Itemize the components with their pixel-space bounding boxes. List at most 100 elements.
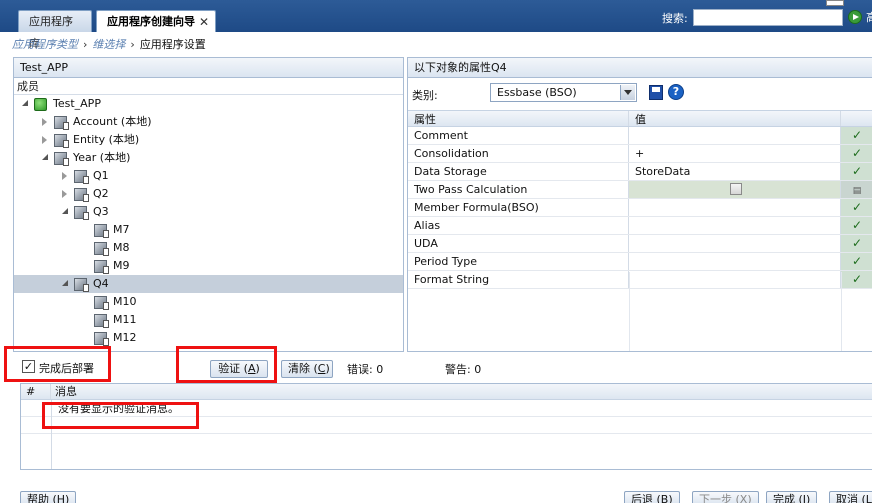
tree-node[interactable]: Q2 (14, 185, 403, 203)
column-header-property: 属性 (408, 111, 629, 126)
advanced-search-link[interactable]: 高 (866, 9, 872, 25)
check-icon: ✓ (841, 271, 872, 288)
property-row[interactable]: Consolidation + ✓ (408, 145, 872, 163)
expand-arrow-icon[interactable] (22, 100, 28, 106)
tab-application-library[interactable]: 应用程序库 (18, 10, 92, 50)
check-icon: ✓ (841, 253, 872, 270)
tree-node[interactable]: Test_APP (14, 95, 403, 113)
annotation-box (4, 346, 111, 382)
member-cube-icon (94, 332, 109, 346)
clear-button[interactable]: 清除 (C) (281, 360, 333, 378)
breadcrumb-app-type[interactable]: 应用程序类型 (12, 38, 78, 51)
expand-arrow-icon[interactable] (62, 208, 68, 214)
root-cube-icon (34, 98, 47, 111)
category-select[interactable]: Essbase (BSO) (490, 83, 637, 102)
property-status: ✓ (841, 217, 872, 234)
check-icon: ✓ (841, 217, 872, 234)
tab-application-wizard[interactable]: 应用程序创建向导 ✕ (96, 10, 216, 32)
property-row[interactable]: Period Type ✓ (408, 253, 872, 271)
back-button[interactable]: 后退 (B) (624, 491, 680, 503)
search-go-icon[interactable] (848, 10, 862, 24)
tree-node[interactable]: Account (本地) (14, 113, 403, 131)
check-icon: ✓ (841, 163, 872, 180)
property-value[interactable] (629, 271, 841, 288)
tree-node[interactable]: Entity (本地) (14, 131, 403, 149)
collapse-arrow-icon[interactable] (42, 118, 47, 126)
tree-node[interactable]: M11 (14, 311, 403, 329)
tree-node[interactable]: Q3 (14, 203, 403, 221)
tree-node-label: Entity (本地) (73, 133, 140, 146)
chevron-right-icon: › (83, 38, 88, 51)
next-button[interactable]: 下一步 (X) (692, 491, 759, 503)
member-tree-panel: Test_APP 成员 Test_APP Account (本地) Entity (… (13, 57, 404, 352)
property-row[interactable]: Member Formula(BSO) ✓ (408, 199, 872, 217)
value-checkbox[interactable] (730, 183, 742, 195)
property-status: ✓ (841, 253, 872, 270)
collapse-arrow-icon[interactable] (42, 136, 47, 144)
cancel-button[interactable]: 取消 (L) (829, 491, 872, 503)
collapse-arrow-icon[interactable] (62, 190, 67, 198)
property-status: ▤ (841, 181, 872, 198)
tree-node[interactable]: M7 (14, 221, 403, 239)
help-icon[interactable]: ? (668, 84, 684, 100)
tree-node[interactable]: Q4 (14, 275, 403, 293)
property-value[interactable] (629, 217, 841, 234)
clear-shortcut: C (317, 362, 326, 375)
tree-node[interactable]: Q1 (14, 167, 403, 185)
tree-node[interactable]: M8 (14, 239, 403, 257)
check-icon: ✓ (841, 127, 872, 144)
property-status: ✓ (841, 145, 872, 162)
property-status: ✓ (841, 271, 872, 288)
expand-arrow-icon[interactable] (62, 280, 68, 286)
property-value[interactable] (629, 253, 841, 270)
panel-title: Test_APP (14, 58, 403, 78)
help-button[interactable]: 帮助 (H) (20, 491, 77, 503)
property-name: Period Type (408, 253, 629, 270)
property-row[interactable]: Two Pass Calculation ▤ (408, 181, 872, 199)
property-grid-header: 属性 值 (408, 110, 872, 127)
category-value: Essbase (BSO) (497, 86, 577, 99)
member-cube-icon (74, 278, 89, 292)
search-label: 搜索: (662, 12, 688, 25)
property-name: Data Storage (408, 163, 629, 180)
check-icon: ✓ (841, 235, 872, 252)
column-header-value: 值 (629, 111, 841, 126)
member-cube-icon (94, 314, 109, 328)
property-value[interactable]: + (629, 145, 841, 162)
expand-arrow-icon[interactable] (42, 154, 48, 160)
tree-node[interactable]: M12 (14, 329, 403, 347)
search-input[interactable] (693, 9, 843, 26)
warning-count: 警告: 0 (445, 363, 482, 376)
property-name: Format String (408, 271, 629, 288)
chevron-down-icon[interactable] (620, 85, 635, 100)
top-bar: 应用程序库 应用程序创建向导 ✕ 搜索: 高 (0, 0, 872, 50)
property-value[interactable] (629, 181, 841, 198)
property-value[interactable] (629, 199, 841, 216)
collapse-arrow-icon[interactable] (62, 172, 67, 180)
property-row[interactable]: Comment ✓ (408, 127, 872, 145)
save-icon[interactable] (649, 85, 663, 100)
tree-node[interactable]: Year (本地) (14, 149, 403, 167)
finish-button[interactable]: 完成 (I) (766, 491, 818, 503)
property-status: ✓ (841, 235, 872, 252)
member-cube-icon (94, 260, 109, 274)
property-name: Comment (408, 127, 629, 144)
property-row[interactable]: Format String ✓ (408, 271, 872, 289)
breadcrumb-dimension-select[interactable]: 维选择 (92, 38, 125, 51)
property-value[interactable] (629, 127, 841, 144)
tree-node[interactable]: M9 (14, 257, 403, 275)
check-icon: ✓ (841, 199, 872, 216)
property-row[interactable]: UDA ✓ (408, 235, 872, 253)
property-value[interactable]: StoreData (629, 163, 841, 180)
window-control[interactable] (826, 0, 844, 6)
property-row[interactable]: Data Storage StoreData ✓ (408, 163, 872, 181)
property-row[interactable]: Alias ✓ (408, 217, 872, 235)
panel-title: 以下对象的属性Q4 (408, 58, 872, 78)
property-value[interactable] (629, 235, 841, 252)
property-name: UDA (408, 235, 629, 252)
account-dimension-icon (54, 116, 69, 130)
tree-node-label: M12 (113, 331, 137, 344)
tree-node-label: Q1 (93, 169, 109, 182)
close-icon[interactable]: ✕ (199, 11, 209, 33)
tree-node[interactable]: M10 (14, 293, 403, 311)
